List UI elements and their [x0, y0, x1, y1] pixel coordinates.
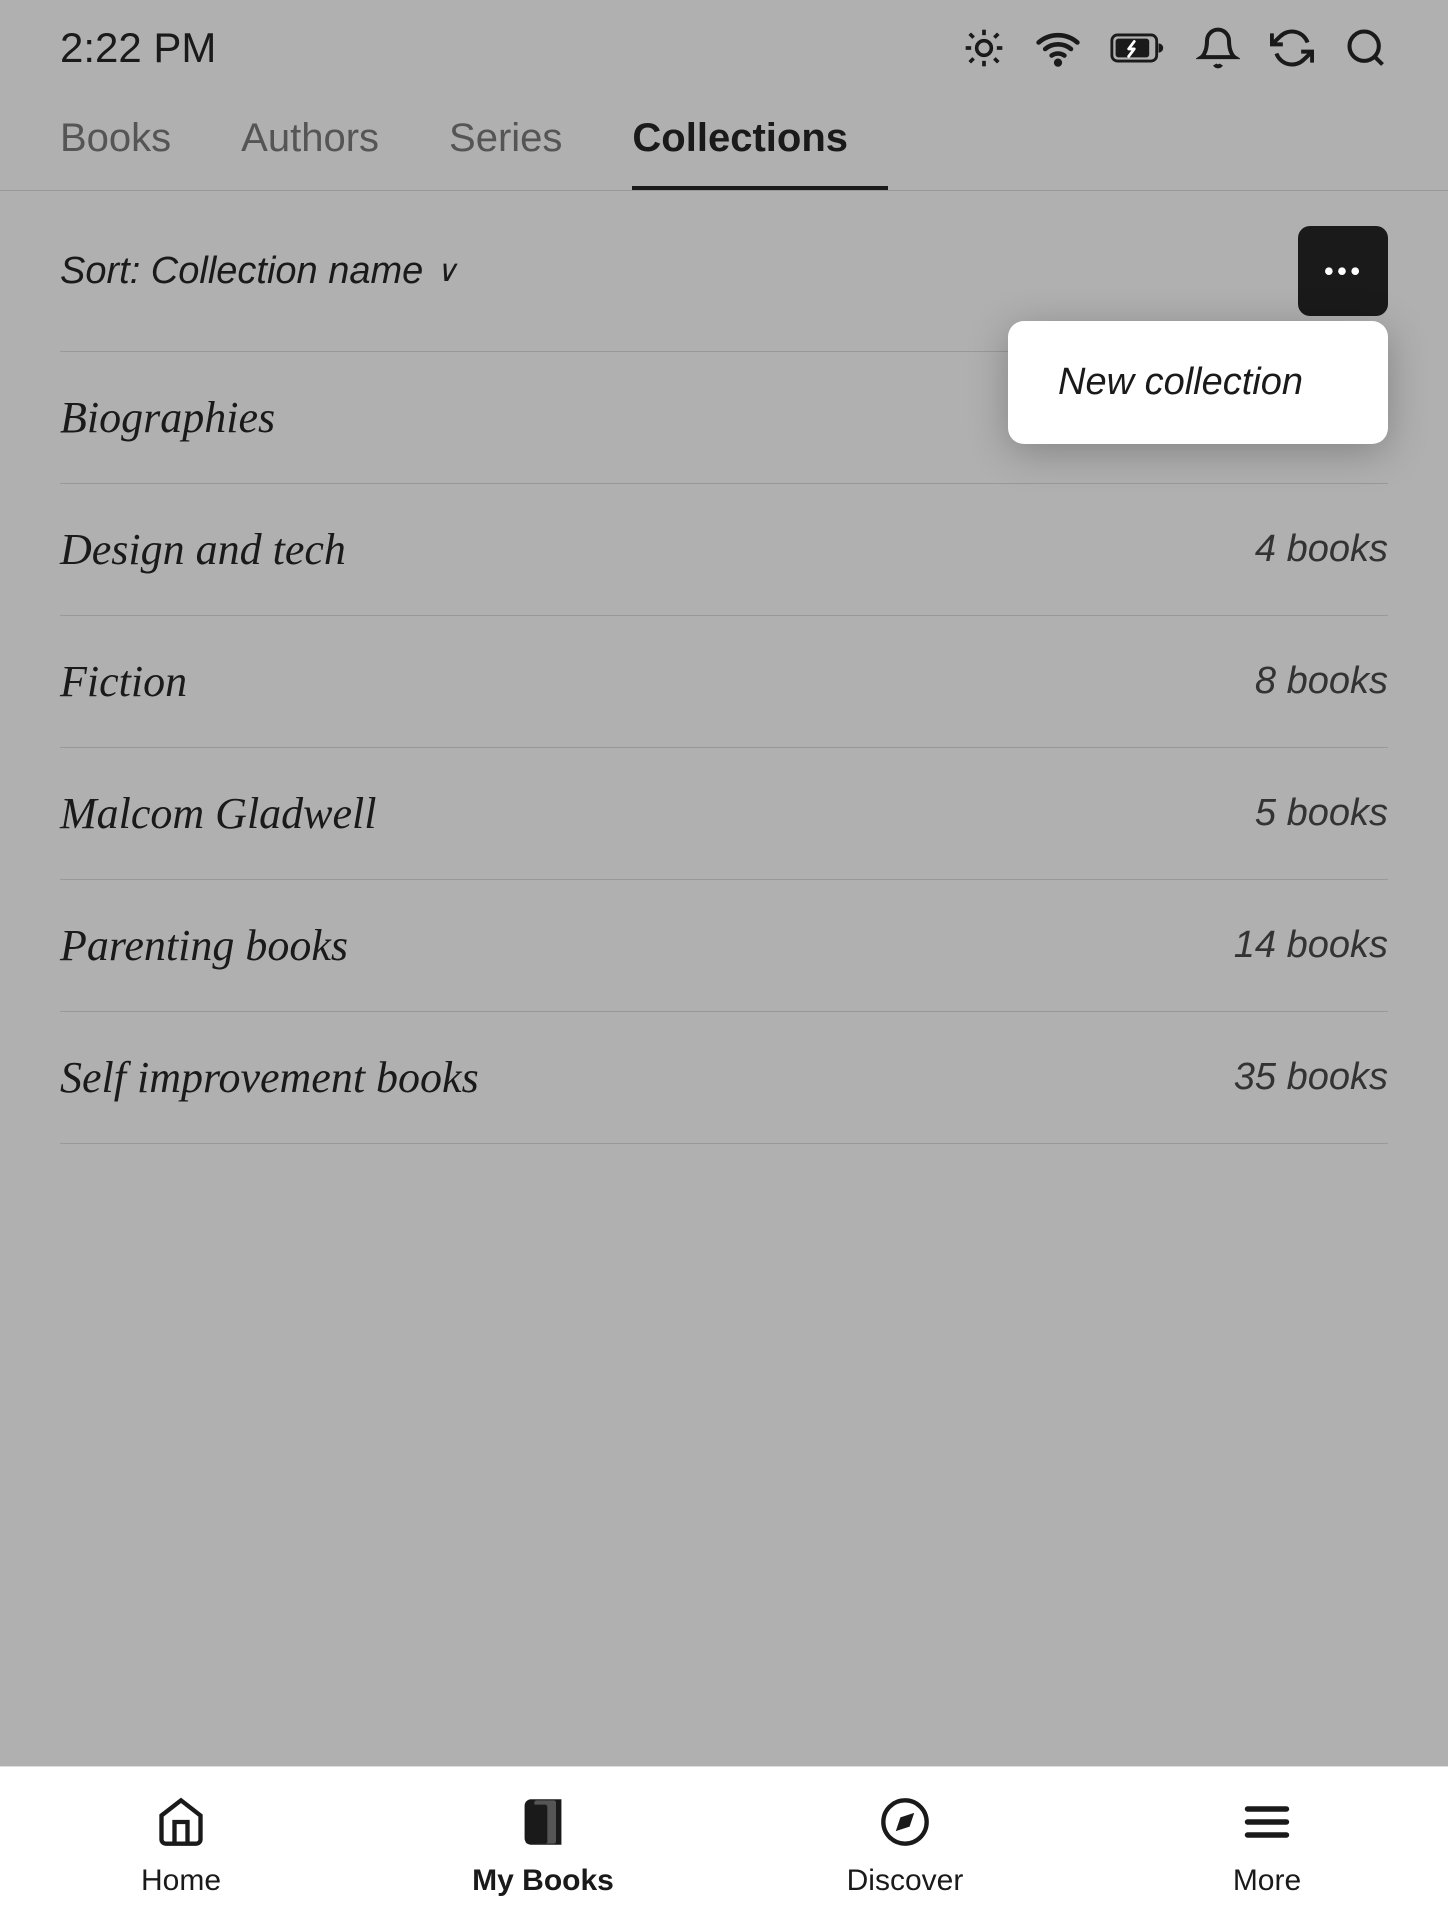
- home-icon: [155, 1796, 207, 1856]
- collection-count: 35 books: [1234, 1056, 1388, 1099]
- tab-authors[interactable]: Authors: [241, 91, 419, 190]
- collection-count: 5 books: [1255, 792, 1388, 835]
- search-icon[interactable]: [1344, 26, 1388, 70]
- my-books-icon: [517, 1796, 569, 1856]
- collection-count: 14 books: [1234, 924, 1388, 967]
- dropdown-menu: New collection: [1008, 321, 1388, 444]
- status-icons: [962, 20, 1388, 76]
- collection-item-malcom-gladwell[interactable]: Malcom Gladwell 5 books: [60, 748, 1388, 880]
- collection-count: 4 books: [1255, 528, 1388, 571]
- sort-bar-container: Sort: Collection name ∨ ••• New collecti…: [60, 191, 1388, 351]
- discover-icon: [879, 1796, 931, 1856]
- collection-name: Fiction: [60, 656, 187, 707]
- collection-name: Design and tech: [60, 524, 346, 575]
- sync-icon[interactable]: [1270, 26, 1314, 70]
- home-label: Home: [141, 1864, 221, 1898]
- bottom-nav-discover[interactable]: Discover: [724, 1796, 1086, 1898]
- collection-item-parenting-books[interactable]: Parenting books 14 books: [60, 880, 1388, 1012]
- tab-collections[interactable]: Collections: [632, 91, 888, 190]
- discover-label: Discover: [847, 1864, 964, 1898]
- status-time: 2:22 PM: [60, 24, 216, 72]
- collection-name: Malcom Gladwell: [60, 788, 377, 839]
- tab-series[interactable]: Series: [449, 91, 602, 190]
- collection-name: Biographies: [60, 392, 275, 443]
- sort-bar: Sort: Collection name ∨ ••• New collecti…: [60, 191, 1388, 351]
- nav-tabs: Books Authors Series Collections: [0, 91, 1448, 191]
- sort-label[interactable]: Sort: Collection name ∨: [60, 250, 457, 293]
- collection-list: Biographies Design and tech 4 books Fict…: [60, 351, 1388, 1144]
- more-nav-icon: [1241, 1796, 1293, 1856]
- bottom-nav-my-books[interactable]: My Books: [362, 1796, 724, 1898]
- more-label: More: [1233, 1864, 1301, 1898]
- bottom-nav-home[interactable]: Home: [0, 1796, 362, 1898]
- brightness-icon: [962, 26, 1006, 70]
- collection-item-self-improvement[interactable]: Self improvement books 35 books: [60, 1012, 1388, 1144]
- my-books-label: My Books: [472, 1864, 614, 1898]
- collection-item-design-tech[interactable]: Design and tech 4 books: [60, 484, 1388, 616]
- status-bar: 2:22 PM: [0, 0, 1448, 91]
- main-content: Sort: Collection name ∨ ••• New collecti…: [0, 191, 1448, 1144]
- collection-name: Self improvement books: [60, 1052, 479, 1103]
- new-collection-button[interactable]: New collection: [1008, 321, 1388, 444]
- collection-name: Parenting books: [60, 920, 348, 971]
- sort-chevron-icon: ∨: [435, 254, 457, 289]
- bottom-nav: Home My Books Discover: [0, 1766, 1448, 1926]
- more-button[interactable]: •••: [1298, 226, 1388, 316]
- wifi-icon: [1036, 26, 1080, 70]
- collection-count: 8 books: [1255, 660, 1388, 703]
- battery-icon: [1110, 20, 1166, 76]
- collection-item-fiction[interactable]: Fiction 8 books: [60, 616, 1388, 748]
- bottom-nav-more[interactable]: More: [1086, 1796, 1448, 1898]
- sort-right: ••• New collection: [1298, 226, 1388, 316]
- tab-books[interactable]: Books: [60, 91, 211, 190]
- notification-icon[interactable]: [1196, 26, 1240, 70]
